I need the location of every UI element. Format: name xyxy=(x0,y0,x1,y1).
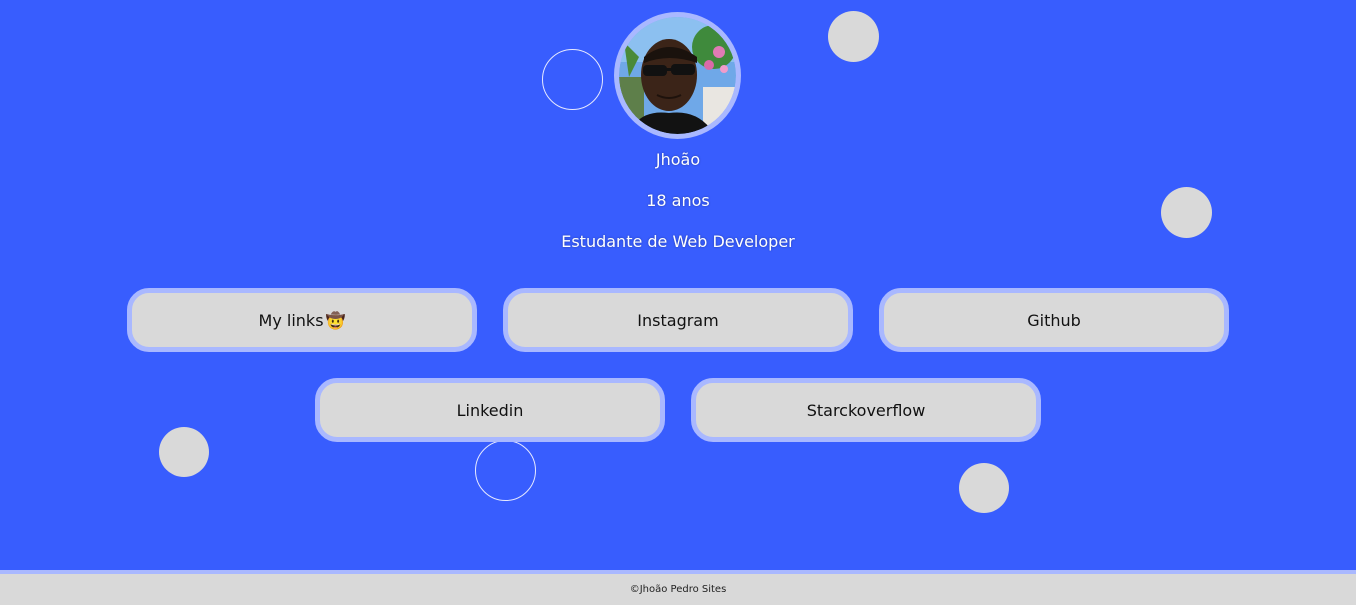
github-label: Github xyxy=(1027,310,1081,330)
decorative-ring xyxy=(542,49,603,110)
linkedin-button[interactable]: Linkedin xyxy=(315,378,665,442)
profile-role: Estudante de Web Developer xyxy=(561,232,795,251)
stackoverflow-button[interactable]: Starckoverflow xyxy=(691,378,1041,442)
decorative-bubble xyxy=(159,427,209,477)
github-button[interactable]: Github xyxy=(879,288,1229,352)
stackoverflow-label: Starckoverflow xyxy=(806,400,926,420)
footer: ©Jhoão Pedro Sites xyxy=(0,570,1356,605)
instagram-button[interactable]: Instagram xyxy=(503,288,853,352)
cowboy-emoji-icon: 🤠 xyxy=(325,310,346,330)
footer-text: ©Jhoão Pedro Sites xyxy=(629,584,727,595)
profile-photo xyxy=(619,17,736,134)
profile-age: 18 anos xyxy=(646,191,710,210)
avatar xyxy=(614,12,741,139)
instagram-label: Instagram xyxy=(637,310,719,330)
linkedin-label: Linkedin xyxy=(456,400,524,420)
decorative-ring xyxy=(475,440,536,501)
my-links-button[interactable]: My links 🤠 xyxy=(127,288,477,352)
decorative-bubble xyxy=(828,11,879,62)
my-links-label: My links xyxy=(258,310,324,330)
decorative-bubble xyxy=(959,463,1009,513)
profile-name: Jhoão xyxy=(655,150,701,169)
